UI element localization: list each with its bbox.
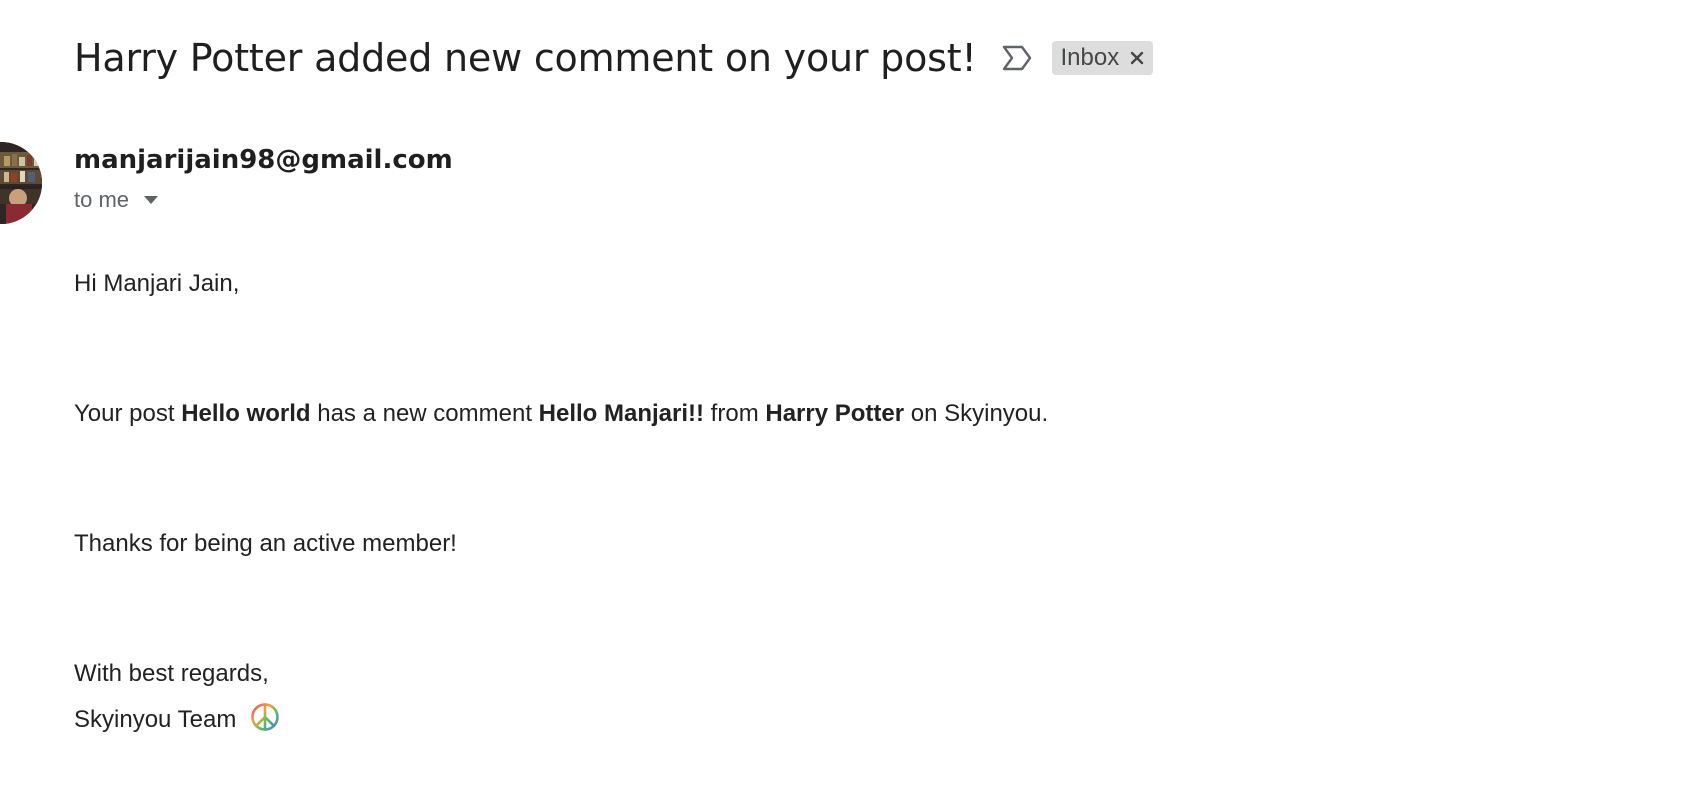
message-text-4: on Skyinyou.	[904, 400, 1049, 427]
email-view: Harry Potter added new comment on your p…	[0, 0, 1694, 800]
post-title: Hello world	[181, 400, 311, 427]
closing-text: With best regards,	[74, 660, 269, 687]
peace-sign-icon	[251, 703, 280, 731]
sender-avatar[interactable]	[0, 142, 42, 224]
chevron-down-icon[interactable]	[143, 195, 159, 205]
signature-text: Skyinyou Team	[74, 706, 237, 733]
sender-email[interactable]: manjarijain98@gmail.com	[74, 143, 453, 177]
signature-line: Skyinyou Team	[74, 703, 280, 736]
commenter-name: Harry Potter	[765, 400, 905, 427]
message-text-2: has a new comment	[310, 400, 539, 427]
close-icon[interactable]	[1129, 50, 1145, 66]
email-subject: Harry Potter added new comment on your p…	[74, 36, 977, 80]
message-text-3: from	[704, 400, 766, 427]
greeting-text: Hi Manjari Jain,	[74, 270, 240, 297]
message-text-1: Your post	[74, 400, 182, 427]
subject-row: Harry Potter added new comment on your p…	[74, 30, 1154, 86]
message-paragraph: Your post Hello world has a new comment …	[74, 398, 1048, 430]
comment-text: Hello Manjari!!	[538, 400, 705, 427]
recipient-details-toggle[interactable]: to me	[74, 187, 453, 213]
recipient-text: to me	[74, 187, 130, 212]
inbox-label-chip: Inbox	[1052, 41, 1154, 75]
sender-block: manjarijain98@gmail.com to me	[74, 143, 453, 213]
inbox-label-text: Inbox	[1060, 44, 1120, 71]
important-marker-icon[interactable]	[1000, 43, 1034, 73]
thanks-text: Thanks for being an active member!	[74, 530, 457, 557]
